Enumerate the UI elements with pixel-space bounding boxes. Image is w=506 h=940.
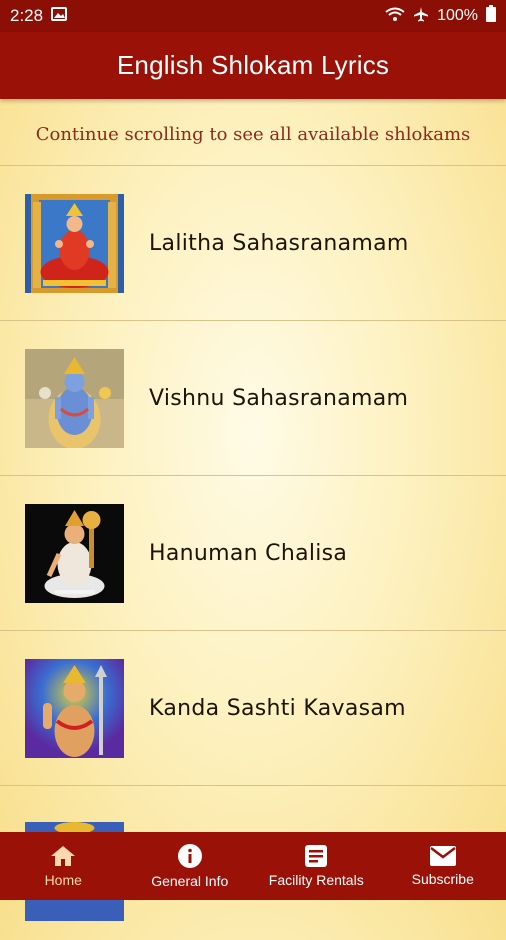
- vishnu-image: [25, 349, 124, 448]
- list-item-label: Vishnu Sahasranamam: [149, 386, 408, 411]
- nav-home-label: Home: [45, 872, 82, 888]
- nav-home[interactable]: Home: [0, 832, 127, 900]
- status-time: 2:28: [10, 6, 43, 26]
- list-item-label: Lalitha Sahasranamam: [149, 231, 409, 256]
- info-icon: [177, 843, 203, 869]
- lalitha-image: [25, 194, 124, 293]
- battery-level: 100%: [437, 7, 478, 25]
- list-item-label: Kanda Sashti Kavasam: [149, 696, 406, 721]
- list-item-hanuman[interactable]: Hanuman Chalisa: [0, 475, 506, 630]
- scroll-hint: Continue scrolling to see all available …: [0, 124, 506, 145]
- wifi-icon: [385, 6, 405, 27]
- bottom-nav: Home General Info Facility Rentals Subsc…: [0, 832, 506, 900]
- nav-subscribe[interactable]: Subscribe: [380, 832, 506, 900]
- nav-general-info-label: General Info: [151, 873, 228, 889]
- mail-icon: [429, 845, 457, 867]
- nav-subscribe-label: Subscribe: [412, 871, 474, 887]
- home-icon: [50, 844, 76, 868]
- document-icon: [304, 844, 328, 868]
- list-item-label: Hanuman Chalisa: [149, 541, 347, 566]
- battery-icon: [486, 5, 496, 27]
- nav-general-info[interactable]: General Info: [127, 832, 254, 900]
- list-item-vishnu[interactable]: Vishnu Sahasranamam: [0, 320, 506, 475]
- image-notification-icon: [51, 7, 67, 26]
- hanuman-image: [25, 504, 124, 603]
- status-bar: 2:28 100%: [0, 0, 506, 32]
- nav-facility-rentals[interactable]: Facility Rentals: [253, 832, 380, 900]
- nav-facility-rentals-label: Facility Rentals: [269, 872, 364, 888]
- page-title: English Shlokam Lyrics: [117, 50, 389, 81]
- airplane-mode-icon: [413, 6, 429, 27]
- list-item-kanda[interactable]: Kanda Sashti Kavasam: [0, 630, 506, 785]
- app-bar: English Shlokam Lyrics: [0, 32, 506, 99]
- murugan-image: [25, 659, 124, 758]
- shlokam-list: Lalitha Sahasranamam Vishnu Sahasranamam: [0, 165, 506, 940]
- list-item-lalitha[interactable]: Lalitha Sahasranamam: [0, 165, 506, 320]
